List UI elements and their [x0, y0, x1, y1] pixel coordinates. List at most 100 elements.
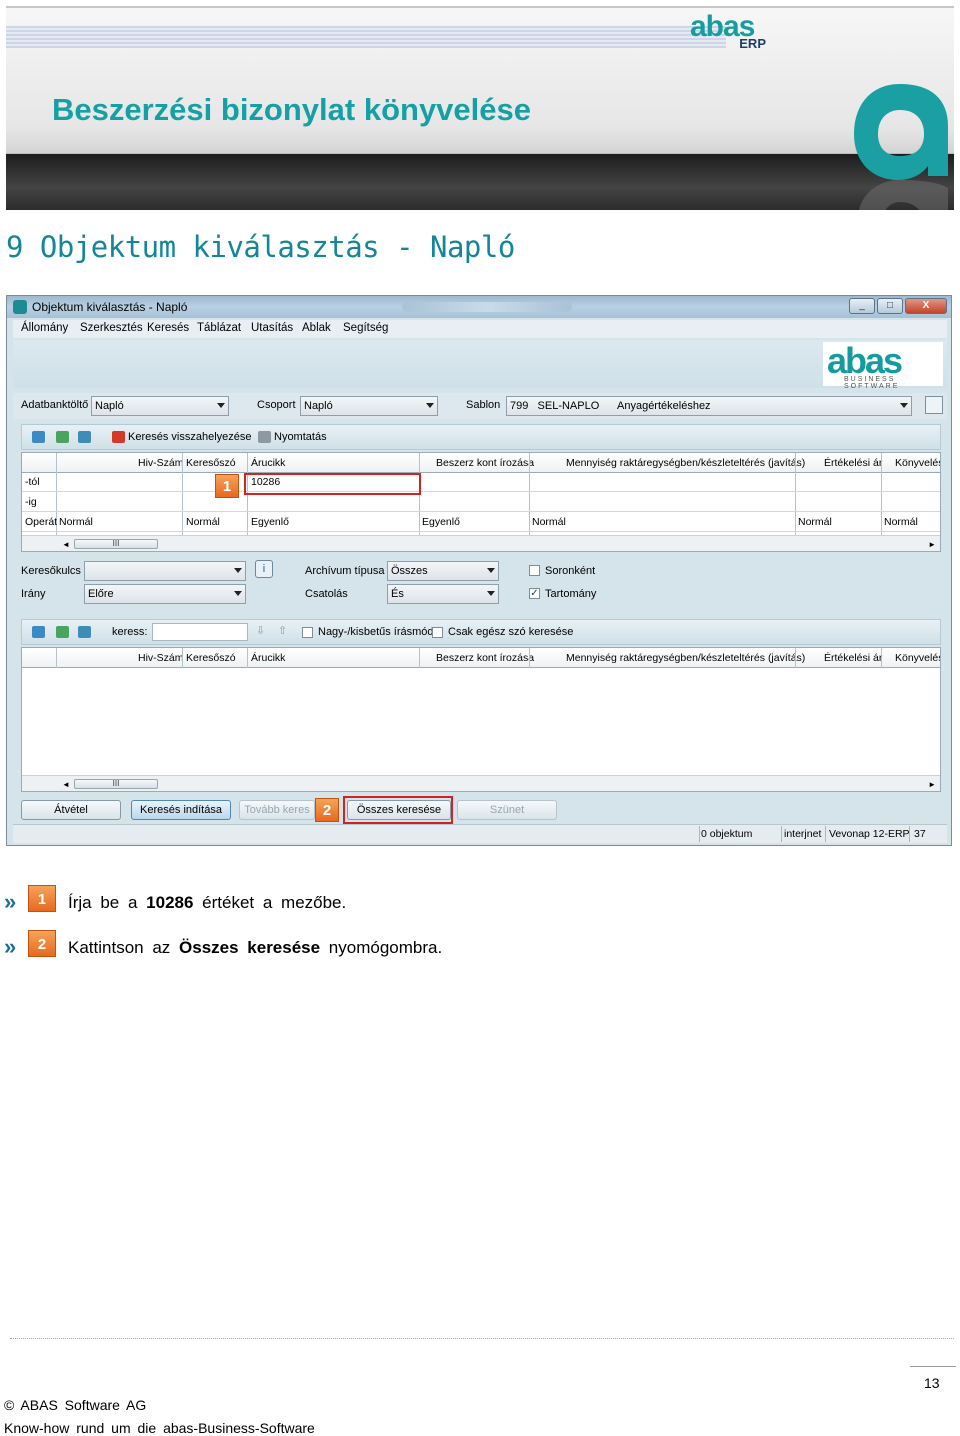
- table-row: -tól 10286: [22, 473, 940, 492]
- logo-erp: ERP: [739, 36, 766, 51]
- clipboard-icon[interactable]: [925, 396, 943, 414]
- menu-utasitas[interactable]: Utasítás: [251, 322, 293, 334]
- nav-icon[interactable]: [32, 431, 45, 443]
- soronkent-checkbox[interactable]: [529, 565, 540, 576]
- nav-forward-icon[interactable]: [56, 431, 69, 443]
- printer-icon[interactable]: [258, 431, 271, 443]
- row-label: Operát: [25, 516, 58, 528]
- menu-allomany[interactable]: Állomány: [21, 322, 68, 334]
- menu-segitseg[interactable]: Segítség: [343, 322, 388, 334]
- scroll-right-icon[interactable]: ►: [928, 780, 936, 789]
- irany-value: Előre: [88, 588, 114, 600]
- arrow-down-icon[interactable]: ⇩: [256, 624, 265, 637]
- chevron-down-icon: [426, 403, 434, 408]
- tagline: Know-how rund um die abas-Business-Softw…: [4, 1420, 315, 1436]
- abas-erp-logo: abas ERP: [690, 10, 780, 54]
- horizontal-scrollbar[interactable]: ◄ III ►: [22, 535, 940, 551]
- next-search-button[interactable]: Tovább keres: [239, 800, 315, 820]
- pause-button[interactable]: Szünet: [457, 800, 557, 820]
- menu-szerkesztes[interactable]: Szerkesztés: [80, 322, 143, 334]
- col-konyveles[interactable]: Könyvelés: [895, 652, 940, 664]
- soronkent-label: Soronként: [545, 565, 596, 577]
- csoport-combo[interactable]: Napló: [300, 396, 438, 416]
- status-separator: [781, 826, 782, 842]
- col-arucikk[interactable]: Árucikk: [251, 457, 285, 469]
- reset-search-icon[interactable]: [112, 431, 125, 443]
- col-ertekelesi-ar[interactable]: Értékelési ár: [824, 652, 882, 664]
- tartomany-checkbox[interactable]: ✓: [529, 588, 540, 599]
- adatbank-combo[interactable]: Napló: [91, 396, 229, 416]
- footer-divider: [10, 1338, 954, 1339]
- csatolas-combo[interactable]: És: [387, 584, 499, 604]
- tartomany-label: Tartomány: [545, 588, 597, 600]
- info-icon[interactable]: i: [255, 560, 273, 578]
- operator-cell[interactable]: Egyenlő: [251, 516, 289, 528]
- selection-fields-row: Adatbanktöltő Napló Csoport Napló Sablon…: [13, 393, 947, 419]
- banner-top-line: [6, 6, 954, 8]
- reset-search-label[interactable]: Keresés visszahelyezése: [128, 431, 252, 443]
- col-keresoszo[interactable]: Keresőszó: [186, 652, 236, 664]
- start-search-button[interactable]: Keresés indítása: [131, 800, 231, 820]
- print-label[interactable]: Nyomtatás: [274, 431, 327, 443]
- col-konyveles[interactable]: Könyvelés: [895, 457, 940, 469]
- menu-ablak[interactable]: Ablak: [302, 322, 331, 334]
- col-keresoszo[interactable]: Keresőszó: [186, 457, 236, 469]
- close-button[interactable]: X: [905, 298, 947, 314]
- irany-combo[interactable]: Előre: [84, 584, 246, 604]
- callout-badge-1: 1: [215, 474, 239, 498]
- col-hiv-szam[interactable]: Hiv-Szám: [138, 457, 184, 469]
- maximize-button[interactable]: □: [877, 298, 903, 314]
- sablon-combo[interactable]: 799 SEL-NAPLO Anyagértékeléshez: [506, 396, 912, 416]
- row-label: -ig: [25, 496, 37, 508]
- nav-icon[interactable]: [32, 626, 45, 638]
- operator-cell[interactable]: Normál: [798, 516, 832, 528]
- chevron-down-icon: [487, 591, 495, 596]
- col-hiv-szam[interactable]: Hiv-Szám: [138, 652, 184, 664]
- operator-cell[interactable]: Normál: [884, 516, 918, 528]
- operator-cell[interactable]: Normál: [59, 516, 93, 528]
- horizontal-scrollbar[interactable]: ◄ III ►: [22, 775, 940, 791]
- callout-box-2: [343, 796, 453, 824]
- scroll-left-icon[interactable]: ◄: [62, 540, 70, 549]
- criteria-grid-header: Hiv-Szám Keresőszó Árucikk Beszerz kont …: [22, 453, 940, 473]
- col-mennyiseg[interactable]: Mennyiség raktáregységben/készleteltérés…: [566, 457, 805, 469]
- keresokulcs-combo[interactable]: [84, 561, 246, 581]
- search-input[interactable]: [152, 623, 248, 641]
- archivum-combo[interactable]: Összes: [387, 561, 499, 581]
- row-label: -tól: [25, 476, 40, 488]
- operator-cell[interactable]: Normál: [186, 516, 220, 528]
- grid-line: [56, 648, 57, 668]
- minimize-button[interactable]: _: [849, 298, 875, 314]
- menu-kereses[interactable]: Keresés: [147, 322, 189, 334]
- big-a-logo-icon: [854, 84, 948, 210]
- nav-list-icon[interactable]: [78, 626, 91, 638]
- operator-cell[interactable]: Normál: [532, 516, 566, 528]
- nav-forward-icon[interactable]: [56, 626, 69, 638]
- col-beszerz[interactable]: Beszerz kont írozása: [436, 457, 534, 469]
- whole-word-checkbox[interactable]: [432, 627, 443, 638]
- menu-tablazat[interactable]: Táblázat: [197, 322, 241, 334]
- header-banner: abas ERP Beszerzési bizonylat könyvelése: [6, 6, 954, 210]
- arrow-up-icon[interactable]: ⇧: [278, 624, 287, 637]
- col-arucikk[interactable]: Árucikk: [251, 652, 285, 664]
- operator-cell[interactable]: Egyenlő: [422, 516, 460, 528]
- status-separator: [909, 826, 910, 842]
- whole-word-label: Csak egész szó keresése: [448, 626, 574, 638]
- col-ertekelesi-ar[interactable]: Értékelési ár: [824, 457, 882, 469]
- abas-logo-sub: BUSINESS SOFTWARE: [844, 376, 900, 390]
- scroll-thumb[interactable]: III: [74, 539, 158, 549]
- step-badge-1: 1: [28, 885, 56, 912]
- atvetel-button[interactable]: Átvétel: [21, 800, 121, 820]
- col-beszerz[interactable]: Beszerz kont írozása: [436, 652, 534, 664]
- case-sensitive-checkbox[interactable]: [302, 627, 313, 638]
- col-mennyiseg[interactable]: Mennyiség raktáregységben/készleteltérés…: [566, 652, 805, 664]
- scroll-right-icon[interactable]: ►: [928, 540, 936, 549]
- scroll-left-icon[interactable]: ◄: [62, 780, 70, 789]
- status-separator: [699, 826, 700, 842]
- scroll-thumb[interactable]: III: [74, 779, 158, 789]
- chevron-down-icon: [487, 568, 495, 573]
- instruction-pre: Írja be a: [68, 893, 147, 912]
- status-interjnet: interjnet: [784, 828, 822, 840]
- nav-list-icon[interactable]: [78, 431, 91, 443]
- results-grid-header: Hiv-Szám Keresőszó Árucikk Beszerz kont …: [22, 648, 940, 668]
